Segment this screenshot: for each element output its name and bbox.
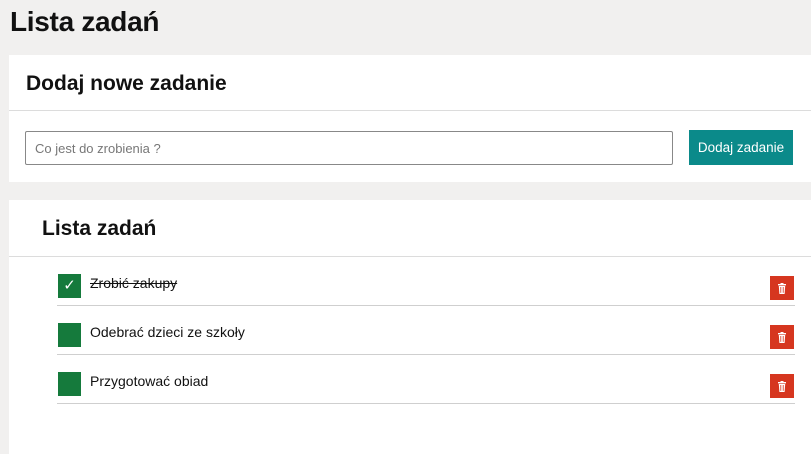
task-list-panel-title: Lista zadań [9, 200, 811, 257]
delete-task-button[interactable] [770, 374, 794, 398]
add-task-panel: Dodaj nowe zadanie Dodaj zadanie [9, 55, 811, 182]
task-checkbox[interactable]: ✓ [58, 274, 81, 298]
trash-icon [778, 282, 786, 294]
task-label: Przygotować obiad [90, 373, 209, 389]
delete-task-button[interactable] [770, 276, 794, 300]
add-task-panel-title: Dodaj nowe zadanie [9, 55, 811, 111]
new-task-input[interactable] [25, 131, 673, 165]
page-title: Lista zadań [10, 6, 160, 37]
trash-icon [778, 380, 786, 392]
task-label: Zrobić zakupy [90, 275, 178, 291]
task-checkbox[interactable] [58, 323, 81, 347]
task-list: ✓ Zrobić zakupy Odebrać dzieci ze szkoły [57, 257, 795, 404]
trash-icon [778, 331, 786, 343]
task-row: ✓ Zrobić zakupy [57, 257, 795, 306]
delete-task-button[interactable] [770, 325, 794, 349]
task-label: Odebrać dzieci ze szkoły [90, 324, 245, 340]
add-task-button[interactable]: Dodaj zadanie [689, 130, 793, 165]
task-row: Przygotować obiad [57, 355, 795, 404]
task-row: Odebrać dzieci ze szkoły [57, 306, 795, 355]
task-checkbox[interactable] [58, 372, 81, 396]
task-list-panel: Lista zadań ✓ Zrobić zakupy Odebrać dzie… [9, 200, 811, 454]
